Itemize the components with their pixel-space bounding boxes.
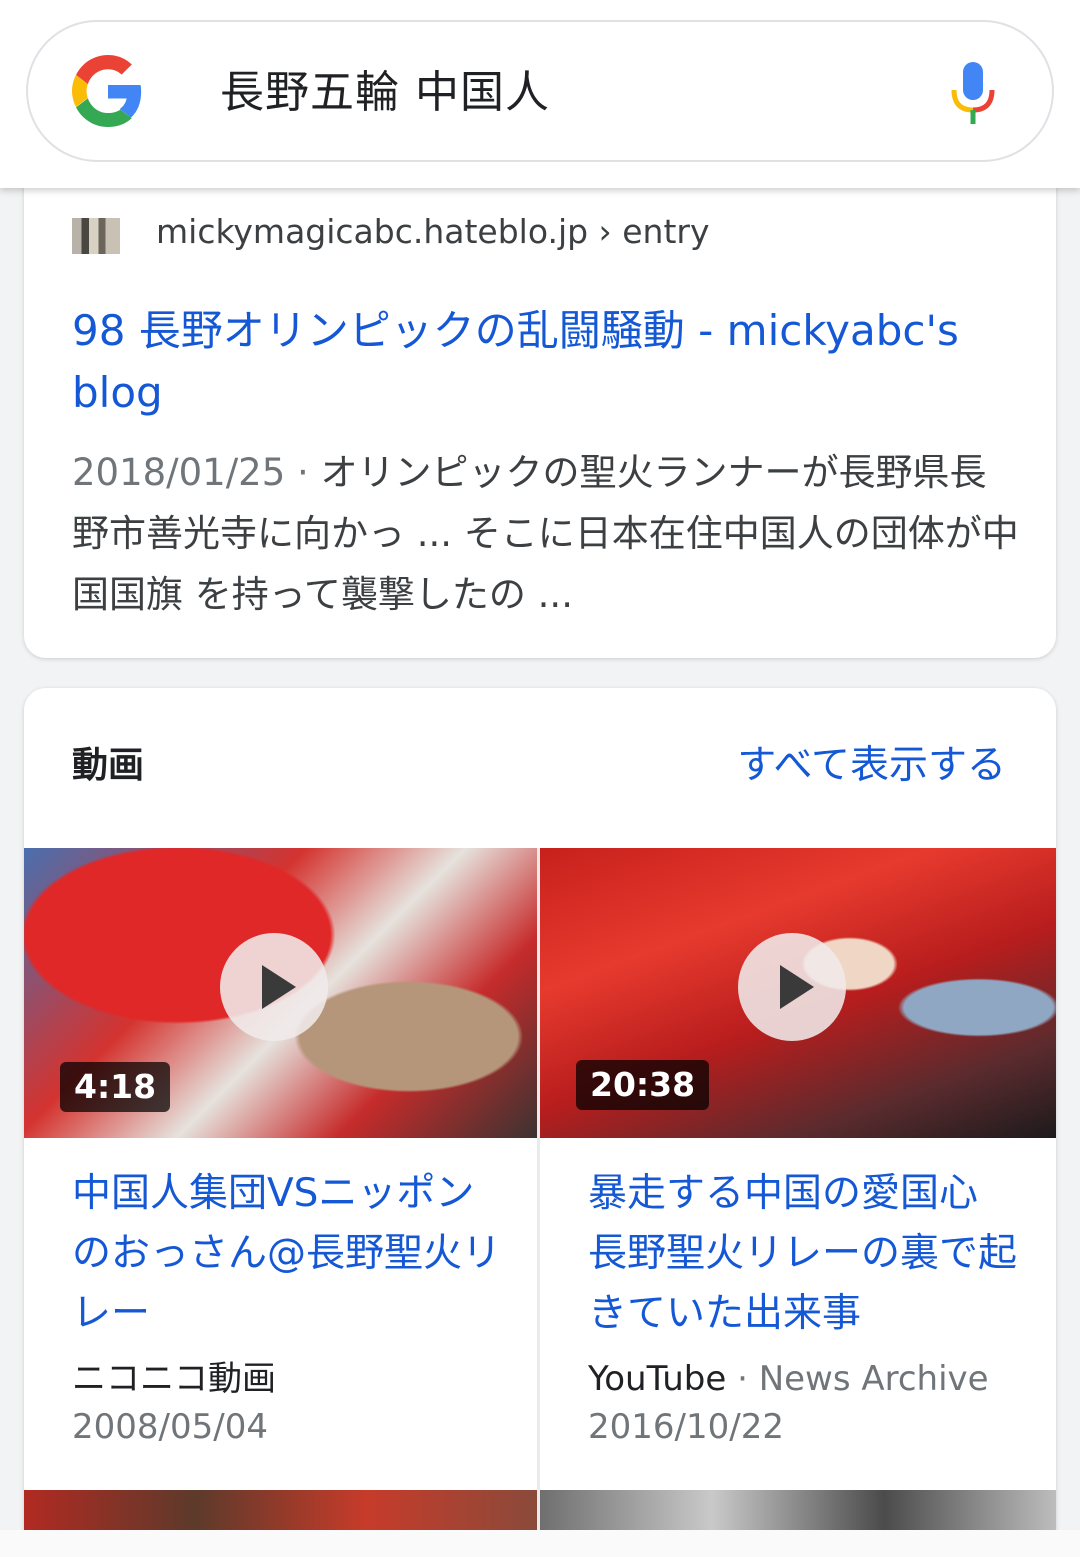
video-source-name: ニコニコ動画	[72, 1359, 276, 1399]
video-date: 2016/10/22	[588, 1407, 784, 1447]
play-icon[interactable]	[738, 933, 846, 1041]
video-date: 2008/05/04	[72, 1407, 268, 1447]
video-source-channel: · News Archive	[726, 1359, 989, 1399]
search-query[interactable]: 長野五輪 中国人	[220, 62, 550, 124]
result-url[interactable]: mickymagicabc.hateblo.jp › entry	[156, 210, 710, 254]
video-title-link[interactable]: 中国人集団VSニッポンのおっさん@長野聖火リレー	[72, 1164, 512, 1344]
video-title-link[interactable]: 暴走する中国の愛国心 長野聖火リレーの裏で起きていた出来事	[588, 1164, 1028, 1344]
video-thumbnail[interactable]: 4:18	[24, 848, 537, 1138]
play-icon[interactable]	[220, 933, 328, 1041]
videos-section-title: 動画	[72, 745, 145, 786]
date-separator: ·	[285, 451, 321, 494]
video-thumbnail[interactable]: 20:38	[540, 848, 1056, 1138]
show-all-link[interactable]: すべて表示する	[737, 738, 1006, 794]
video-source: ニコニコ動画	[72, 1356, 276, 1402]
microphone-icon[interactable]	[948, 58, 998, 128]
bottom-edge	[0, 1530, 1080, 1557]
search-box[interactable]: 長野五輪 中国人	[26, 20, 1054, 162]
video-source-name: YouTube	[588, 1359, 727, 1399]
column-divider	[537, 848, 540, 1557]
search-header: 長野五輪 中国人	[0, 0, 1080, 188]
video-source: YouTube · News Archive	[588, 1356, 989, 1402]
videos-card: 動画 すべて表示する 4:18 20:38 中国人集団VSニッポンのおっさん@長…	[24, 688, 1056, 1557]
site-favicon-icon	[72, 218, 120, 254]
video-duration: 20:38	[576, 1060, 710, 1110]
video-duration: 4:18	[60, 1062, 171, 1112]
result-date: 2018/01/25	[72, 451, 286, 494]
result-title-link[interactable]: 98 長野オリンピックの乱闘騒動 - mickyabc's blog	[72, 300, 1002, 424]
google-logo-icon	[72, 55, 142, 127]
result-snippet: 2018/01/25 · オリンピックの聖火ランナーが長野県長野市善光寺に向かっ…	[72, 442, 1022, 625]
search-result-card: mickymagicabc.hateblo.jp › entry 98 長野オリ…	[24, 160, 1056, 658]
